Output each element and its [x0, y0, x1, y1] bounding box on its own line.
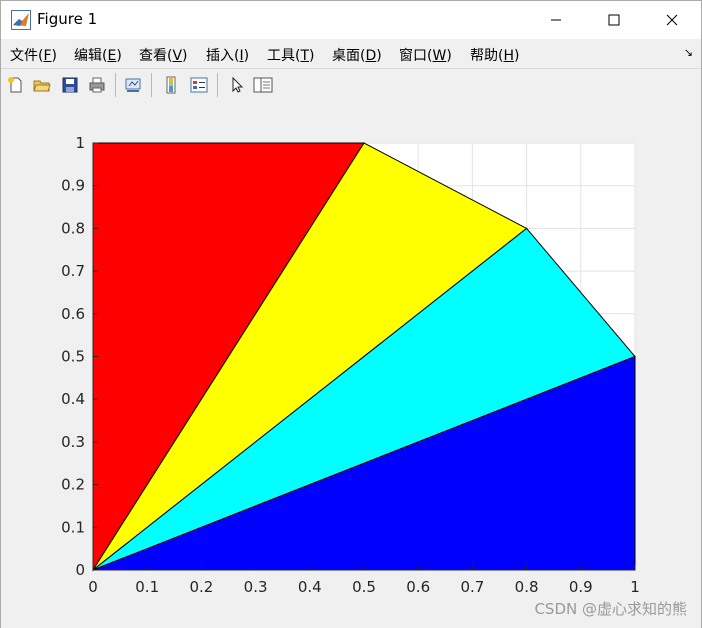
print-icon: [89, 77, 105, 93]
y-tick-label: 0.3: [61, 433, 85, 451]
close-button[interactable]: [643, 1, 701, 39]
y-tick-label: 0: [75, 561, 85, 579]
property-inspector-icon: [253, 77, 273, 93]
print-button[interactable]: [86, 74, 108, 96]
x-tick-label: 1: [630, 578, 640, 596]
watermark: CSDN @虚心求知的熊: [534, 600, 687, 618]
matlab-logo-icon: [11, 10, 31, 30]
property-inspector-button[interactable]: [252, 74, 274, 96]
menu-desktop[interactable]: 桌面(D): [332, 45, 382, 65]
new-figure-button[interactable]: [5, 74, 27, 96]
y-tick-label: 0.9: [61, 177, 85, 195]
plot-area: 0 0.1 0.2 0.3 0.4 0.5 0.6 0.7 0.8 0.9 1 0 0.1 0.2 0.3 0…: [1, 101, 701, 628]
menu-view[interactable]: 查看(V): [139, 45, 188, 65]
minimize-icon: [551, 19, 561, 21]
link-plot-icon: [125, 78, 141, 92]
x-tick-label: 0.3: [244, 578, 268, 596]
y-tick-label: 0.4: [61, 390, 85, 408]
x-tick-label: 0.4: [298, 578, 322, 596]
open-file-icon: [33, 80, 51, 92]
window-title: Figure 1: [37, 10, 98, 28]
y-tick-label: 0.5: [61, 348, 85, 366]
figure-toolbar: [1, 68, 701, 102]
pointer-icon: [232, 76, 244, 93]
colorbar-button[interactable]: [160, 74, 182, 96]
colorbar-icon: [166, 76, 176, 94]
close-icon: [666, 14, 678, 26]
menu-tools[interactable]: 工具(T): [267, 45, 315, 65]
x-tick-label: 0.9: [569, 578, 593, 596]
minimize-button[interactable]: [527, 1, 585, 39]
menu-edit[interactable]: 编辑(E): [74, 45, 122, 65]
x-tick-label: 0.6: [406, 578, 430, 596]
y-tick-label: 0.1: [61, 518, 85, 536]
x-tick-label: 0.7: [460, 578, 484, 596]
open-file-button[interactable]: [31, 74, 53, 96]
maximize-icon: [608, 14, 620, 26]
y-tick-label: 0.6: [61, 305, 85, 323]
x-tick-label: 0: [88, 578, 98, 596]
x-tick-label: 0.8: [515, 578, 539, 596]
toolbar-separator: [217, 73, 218, 97]
menu-window[interactable]: 窗口(W): [399, 45, 452, 65]
figure-window: Figure 1 文件(F) 编辑(E) 查看(V) 插入(I) 工具(T) 桌…: [0, 0, 702, 628]
menu-dock-arrow-icon[interactable]: ↘: [684, 46, 693, 59]
maximize-button[interactable]: [585, 1, 643, 39]
save-icon: [62, 77, 78, 93]
save-button[interactable]: [59, 74, 81, 96]
legend-icon: [190, 77, 208, 93]
pointer-button[interactable]: [226, 74, 248, 96]
legend-button[interactable]: [188, 74, 210, 96]
toolbar-separator: [115, 73, 116, 97]
link-plot-button[interactable]: [122, 74, 144, 96]
y-tick-label: 0.8: [61, 219, 85, 237]
title-bar[interactable]: Figure 1: [1, 1, 701, 39]
toolbar-separator: [151, 73, 152, 97]
x-tick-label: 0.2: [189, 578, 213, 596]
y-tick-label: 1: [75, 134, 85, 152]
chart-svg[interactable]: 0 0.1 0.2 0.3 0.4 0.5 0.6 0.7 0.8 0.9 1 0 0.1 0.2 0.3 0…: [1, 101, 701, 628]
menu-bar: 文件(F) 编辑(E) 查看(V) 插入(I) 工具(T) 桌面(D) 窗口(W…: [1, 39, 701, 68]
x-tick-label: 0.1: [135, 578, 159, 596]
y-tick-label: 0.7: [61, 262, 85, 280]
menu-insert[interactable]: 插入(I): [206, 45, 249, 65]
menu-help[interactable]: 帮助(H): [470, 45, 519, 65]
y-tick-label: 0.2: [61, 476, 85, 494]
new-figure-icon: [8, 77, 22, 93]
menu-file[interactable]: 文件(F): [10, 45, 57, 65]
x-tick-label: 0.5: [352, 578, 376, 596]
